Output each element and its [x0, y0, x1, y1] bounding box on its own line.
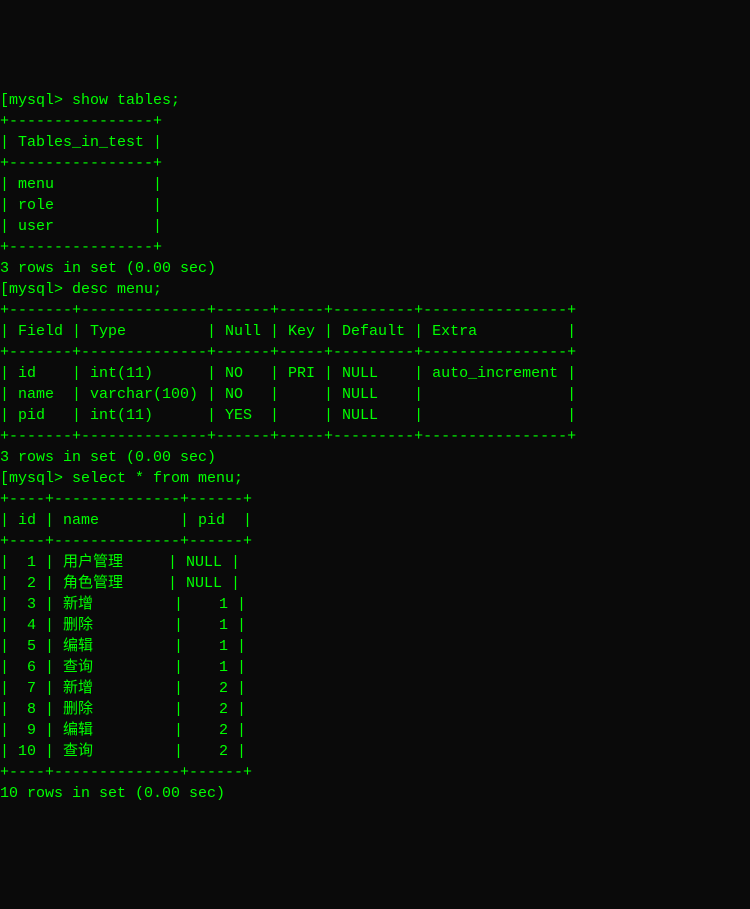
prompt-line[interactable]: [mysql> show tables; [0, 90, 750, 111]
table-header: | id | name | pid | [0, 510, 750, 531]
table-border: +----+--------------+------+ [0, 489, 750, 510]
table-row: | 1 | 用户管理 | NULL | [0, 552, 750, 573]
table-header: | Field | Type | Null | Key | Default | … [0, 321, 750, 342]
table-border: +-------+--------------+------+-----+---… [0, 300, 750, 321]
table-row: | id | int(11) | NO | PRI | NULL | auto_… [0, 363, 750, 384]
table-row: | role | [0, 195, 750, 216]
table-border: +-------+--------------+------+-----+---… [0, 426, 750, 447]
table-border: +----------------+ [0, 237, 750, 258]
result-summary: 3 rows in set (0.00 sec) [0, 447, 750, 468]
table-row: | 2 | 角色管理 | NULL | [0, 573, 750, 594]
table-row: | 9 | 编辑 | 2 | [0, 720, 750, 741]
result-summary: 3 rows in set (0.00 sec) [0, 258, 750, 279]
table-header: | Tables_in_test | [0, 132, 750, 153]
terminal-output: [mysql> show tables;+----------------+| … [0, 90, 750, 804]
prompt-line[interactable]: [mysql> desc menu; [0, 279, 750, 300]
table-row: | 6 | 查询 | 1 | [0, 657, 750, 678]
prompt-line[interactable]: [mysql> select * from menu; [0, 468, 750, 489]
table-row: | 10 | 查询 | 2 | [0, 741, 750, 762]
table-row: | user | [0, 216, 750, 237]
table-row: | 4 | 删除 | 1 | [0, 615, 750, 636]
table-row: | menu | [0, 174, 750, 195]
table-row: | 3 | 新增 | 1 | [0, 594, 750, 615]
table-border: +-------+--------------+------+-----+---… [0, 342, 750, 363]
result-summary: 10 rows in set (0.00 sec) [0, 783, 750, 804]
table-row: | 7 | 新增 | 2 | [0, 678, 750, 699]
table-row: | 5 | 编辑 | 1 | [0, 636, 750, 657]
table-border: +----------------+ [0, 153, 750, 174]
table-border: +----+--------------+------+ [0, 762, 750, 783]
table-border: +----+--------------+------+ [0, 531, 750, 552]
table-row: | name | varchar(100) | NO | | NULL | | [0, 384, 750, 405]
table-row: | pid | int(11) | YES | | NULL | | [0, 405, 750, 426]
table-row: | 8 | 删除 | 2 | [0, 699, 750, 720]
table-border: +----------------+ [0, 111, 750, 132]
